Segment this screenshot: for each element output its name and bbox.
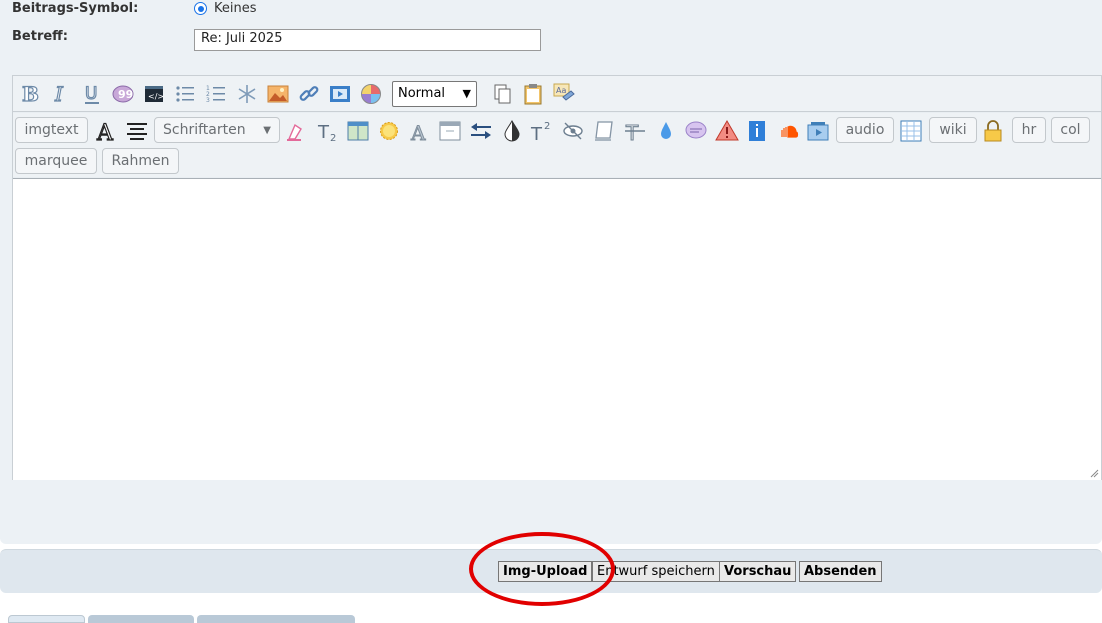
preview-button[interactable]: Vorschau [719, 561, 797, 582]
imgtext-button[interactable]: imgtext [15, 117, 88, 143]
bold-icon[interactable]: B [18, 82, 42, 106]
tab-stub-1[interactable] [8, 615, 85, 623]
swap-arrows-icon[interactable] [469, 119, 493, 143]
save-draft-button[interactable]: Entwurf speichern [592, 561, 720, 582]
copy-icon[interactable] [490, 82, 514, 106]
soundcloud-icon[interactable] [775, 119, 799, 143]
color-wheel-icon[interactable] [359, 82, 383, 106]
radio-button-selected[interactable] [194, 2, 207, 15]
spellcheck-icon[interactable]: Aa [552, 82, 576, 106]
chevron-down-icon: ▼ [462, 87, 471, 100]
align-center-icon[interactable] [125, 119, 149, 143]
paste-icon[interactable] [521, 82, 545, 106]
marquee-button[interactable]: marquee [15, 148, 97, 174]
editor-toolbar-extended: imgtext A Schriftarten ▼ T2 A T 2 T audi… [13, 113, 1101, 177]
strikethrough-icon[interactable]: T [623, 119, 647, 146]
numbered-list-icon[interactable]: 123 [204, 82, 228, 106]
svg-text:U: U [85, 84, 97, 104]
superscript-icon[interactable]: T2 [530, 119, 554, 145]
bullet-list-icon[interactable] [173, 82, 197, 106]
post-symbol-option[interactable]: Keines [194, 1, 257, 16]
message-textarea[interactable] [13, 178, 1101, 480]
svg-text:99: 99 [118, 88, 133, 101]
drop-contrast-icon[interactable] [500, 119, 524, 143]
img-upload-button[interactable]: Img-Upload [498, 561, 593, 582]
subscript-icon[interactable]: T2 [317, 119, 341, 144]
table-layout-icon[interactable] [346, 119, 370, 143]
post-form-panel: Beitrags-Symbol: Keines Betreff: Re: Jul… [0, 0, 1102, 544]
rahmen-button[interactable]: Rahmen [102, 148, 179, 174]
svg-text:A: A [96, 121, 114, 143]
hr-button[interactable]: hr [1012, 117, 1046, 143]
code-icon[interactable]: </> [142, 82, 166, 106]
font-outline-icon[interactable]: A [95, 119, 119, 146]
chevron-down-icon: ▼ [263, 124, 271, 136]
font-shadow-icon[interactable]: A [407, 119, 431, 146]
highlighter-icon[interactable] [285, 119, 309, 143]
form-action-bar: Img-Upload Entwurf speichern Vorschau Ab… [0, 549, 1102, 593]
lock-icon[interactable] [981, 119, 1005, 143]
svg-text:T: T [625, 121, 639, 143]
format-select-value: Normal [398, 86, 446, 101]
italic-icon[interactable]: I [49, 82, 73, 106]
svg-text:B: B [22, 83, 39, 105]
quote-icon[interactable]: 99 [111, 82, 135, 106]
window-frame-icon[interactable] [438, 119, 462, 143]
warning-icon[interactable] [715, 119, 739, 143]
sun-icon[interactable] [377, 119, 401, 143]
post-symbol-option-label: Keines [214, 1, 257, 16]
col-button[interactable]: col [1051, 117, 1090, 143]
svg-text:</>: </> [148, 92, 164, 101]
underline-icon[interactable]: U [80, 82, 104, 106]
tab-stub-3[interactable] [197, 615, 355, 623]
tab-stub-2[interactable] [88, 615, 194, 623]
resize-handle-icon[interactable] [1089, 468, 1099, 478]
speech-bubble-icon[interactable] [684, 119, 708, 143]
svg-text:T: T [530, 124, 543, 143]
media-player-icon[interactable] [806, 119, 830, 143]
image-icon[interactable] [266, 82, 290, 106]
info-icon[interactable] [745, 119, 769, 143]
video-icon[interactable] [328, 82, 352, 106]
svg-text:T: T [317, 122, 330, 143]
svg-text:2: 2 [330, 133, 336, 143]
scroll-box-icon[interactable] [592, 119, 616, 143]
audio-button[interactable]: audio [836, 117, 894, 143]
submit-button[interactable]: Absenden [799, 561, 882, 582]
format-select[interactable]: Normal ▼ [392, 80, 477, 107]
post-symbol-label: Beitrags-Symbol: [12, 1, 139, 16]
svg-text:2: 2 [544, 121, 550, 132]
link-icon[interactable] [297, 82, 321, 106]
svg-text:Aa: Aa [556, 86, 566, 95]
subject-input[interactable]: Re: Juli 2025 [194, 29, 541, 51]
bottom-tabs [8, 615, 355, 623]
grid-table-icon[interactable] [899, 119, 923, 143]
editor-toolbar-main: B I U 99 </> 123 Normal ▼ Aa [13, 76, 1101, 112]
wiki-button[interactable]: wiki [929, 117, 977, 143]
font-family-dropdown[interactable]: Schriftarten ▼ [154, 117, 280, 143]
svg-text:3: 3 [206, 97, 210, 104]
hidden-eye-icon[interactable] [561, 119, 585, 143]
svg-text:A: A [410, 121, 426, 143]
water-drop-icon[interactable] [654, 119, 678, 143]
list-item-star-icon[interactable] [235, 82, 259, 106]
svg-text:I: I [54, 83, 64, 105]
rich-text-editor: B I U 99 </> 123 Normal ▼ Aa imgtext A S… [12, 75, 1102, 480]
font-family-dropdown-label: Schriftarten [163, 122, 246, 138]
subject-label: Betreff: [12, 29, 68, 44]
